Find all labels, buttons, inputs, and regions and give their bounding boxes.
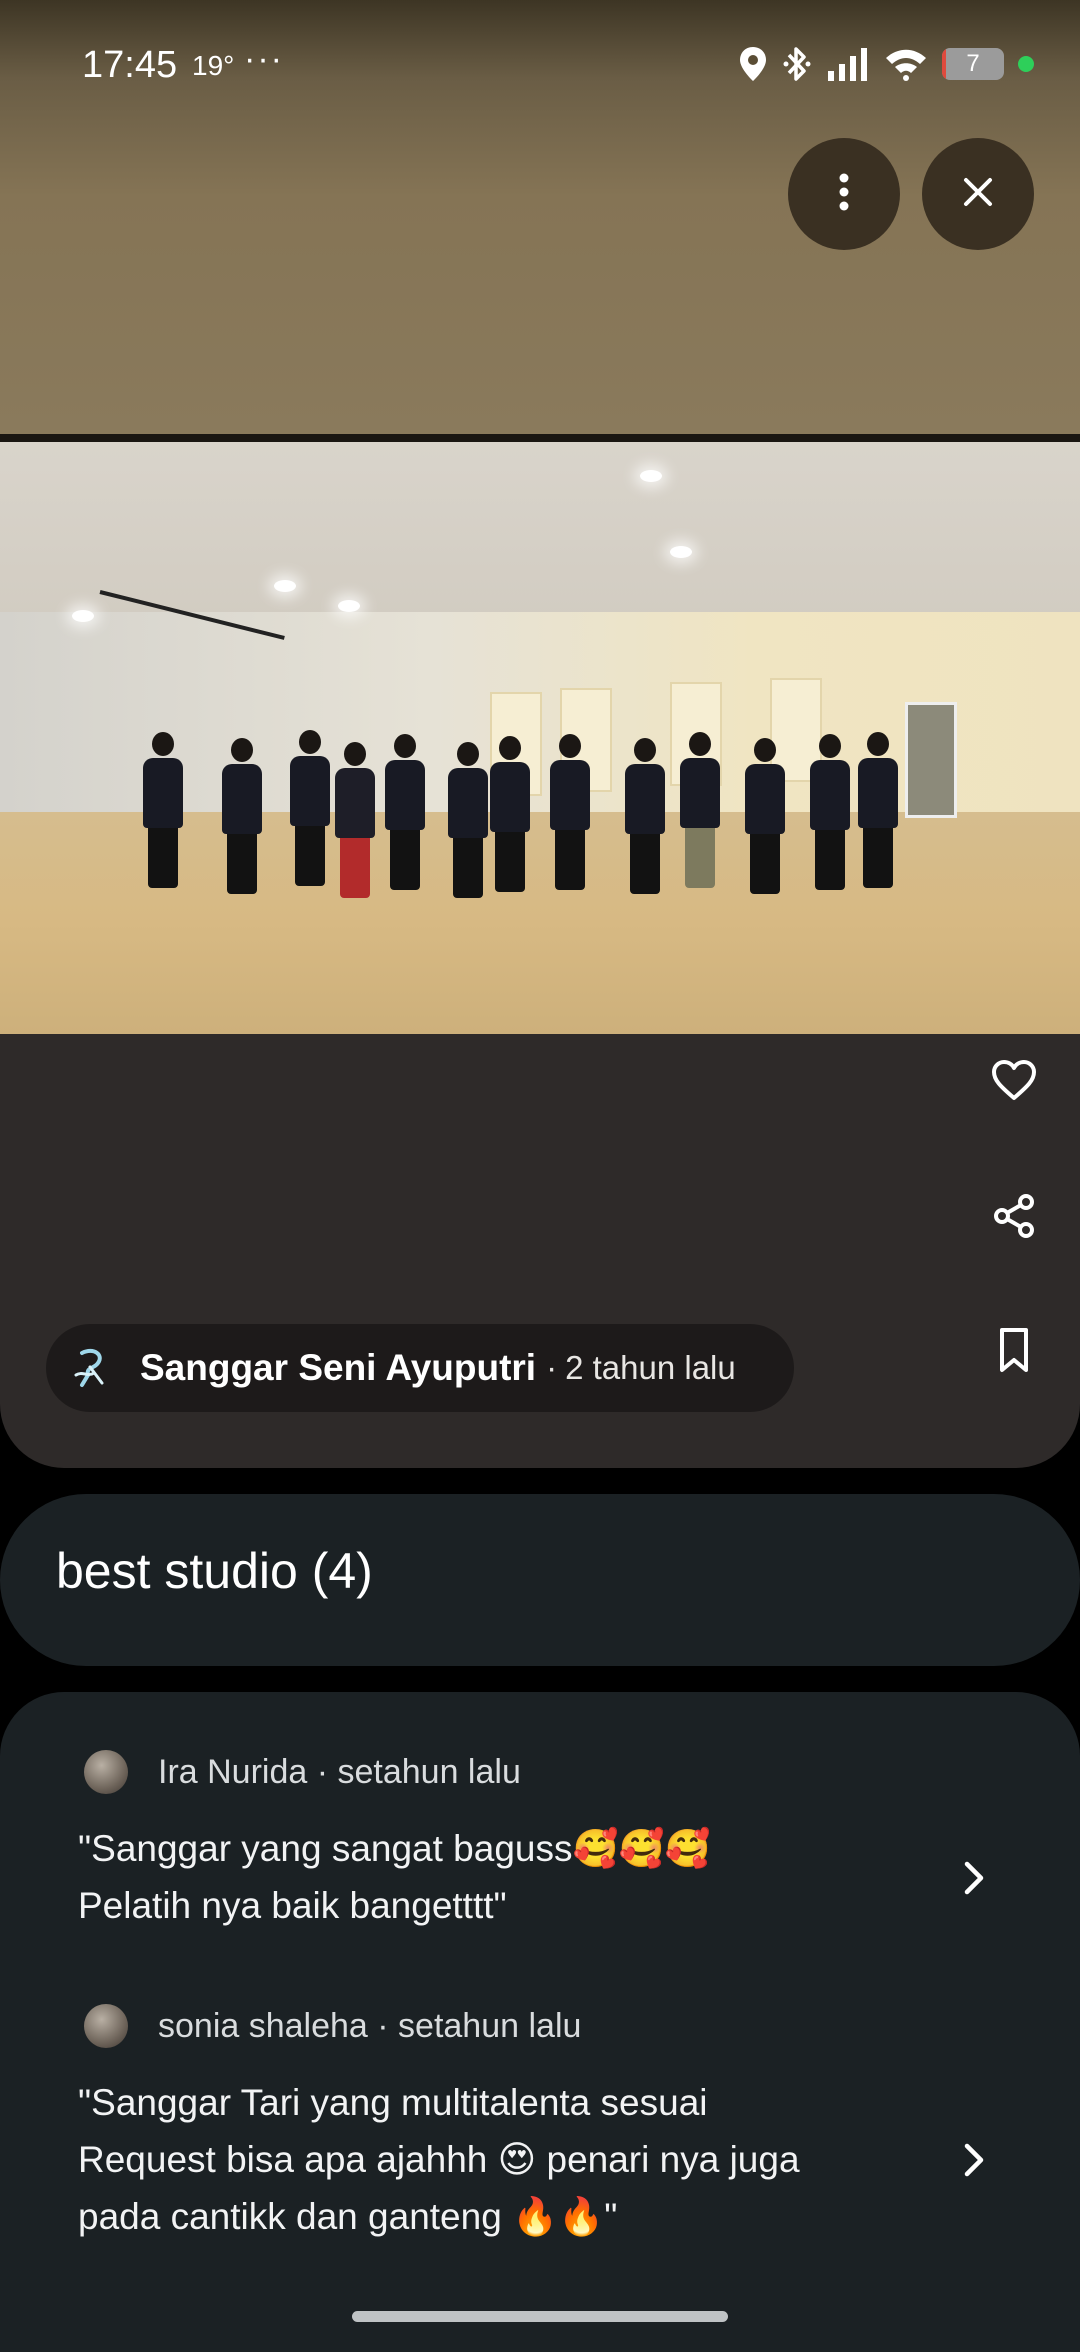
chevron-right-icon[interactable]: [944, 1848, 1004, 1908]
heart-icon[interactable]: [984, 1050, 1044, 1110]
photo-dancer: [810, 734, 850, 890]
review-text: "Sanggar Tari yang multitalenta sesuai R…: [78, 2082, 800, 2237]
photo-dancer: [290, 730, 330, 886]
photo-top-edge: [0, 434, 1080, 442]
photo-ceiling-light: [338, 600, 360, 612]
photo-dancer: [335, 742, 375, 898]
photo-ceiling-light: [72, 610, 94, 622]
photo-dancer: [858, 732, 898, 888]
photo-door: [905, 702, 957, 818]
owner-chip[interactable]: Sanggar Seni Ayuputri · 2 tahun lalu: [46, 1324, 794, 1412]
photo-dancer: [385, 734, 425, 890]
avatar: [84, 1750, 128, 1794]
more-vert-icon: [838, 172, 850, 217]
photo-dancer: [222, 738, 262, 894]
photo-dancer: [448, 742, 488, 898]
photo-dancer: [680, 732, 720, 888]
owner-name: Sanggar Seni Ayuputri: [140, 1347, 537, 1388]
review-author: Ira Nurida · setahun lalu: [158, 1752, 521, 1791]
status-more-indicator: ···: [244, 40, 284, 78]
photo-viewer: Sanggar Seni Ayuputri · 2 tahun lalu: [0, 0, 1080, 1468]
photo-dancer: [143, 732, 183, 888]
privacy-dot-icon: [1018, 56, 1034, 72]
owner-separator: ·: [546, 1349, 558, 1386]
bluetooth-icon: [782, 45, 812, 83]
more-options-button[interactable]: [788, 138, 900, 250]
share-icon[interactable]: [984, 1186, 1044, 1246]
album-title: best studio (4): [56, 1543, 373, 1599]
status-time: 17:45: [82, 44, 178, 86]
battery-level-fill: [942, 48, 947, 80]
photo-ceiling-light: [274, 580, 296, 592]
wifi-icon: [884, 47, 928, 81]
chevron-right-icon[interactable]: [944, 2130, 1004, 2190]
status-temperature: 19°: [192, 50, 235, 81]
photo-ceiling-light: [640, 470, 662, 482]
signal-icon: [826, 47, 870, 81]
review-meta: Ira Nurida · setahun lalu: [84, 1748, 521, 1796]
photo-dancer: [625, 738, 665, 894]
avatar: [84, 2004, 128, 2048]
photo-dancer: [745, 738, 785, 894]
owner-posted-time: 2 tahun lalu: [565, 1349, 736, 1386]
photo-ceiling-light: [670, 546, 692, 558]
status-icons: 7: [738, 44, 1034, 84]
location-icon: [738, 45, 768, 83]
review-author: sonia shaleha · setahun lalu: [158, 2006, 582, 2045]
battery-icon: 7: [942, 48, 1004, 80]
photo-dancer: [490, 736, 530, 892]
owner-logo-icon: [66, 1343, 116, 1393]
bookmark-icon[interactable]: [984, 1320, 1044, 1380]
dance-studio-photo[interactable]: [0, 442, 1080, 1034]
album-card[interactable]: best studio (4): [0, 1494, 1080, 1666]
review-meta: sonia shaleha · setahun lalu: [84, 2002, 581, 2050]
reviews-card: Ira Nurida · setahun lalu "Sanggar yang …: [0, 1692, 1080, 2352]
close-button[interactable]: [922, 138, 1034, 250]
close-icon: [962, 176, 994, 213]
review-text: "Sanggar yang sangat baguss🥰🥰🥰 Pelatih n…: [78, 1828, 711, 1926]
battery-level-text: 7: [966, 50, 980, 77]
status-bar: 17:45 19° ··· 7: [0, 40, 1080, 90]
photo-dancer: [550, 734, 590, 890]
home-indicator[interactable]: [352, 2311, 728, 2322]
